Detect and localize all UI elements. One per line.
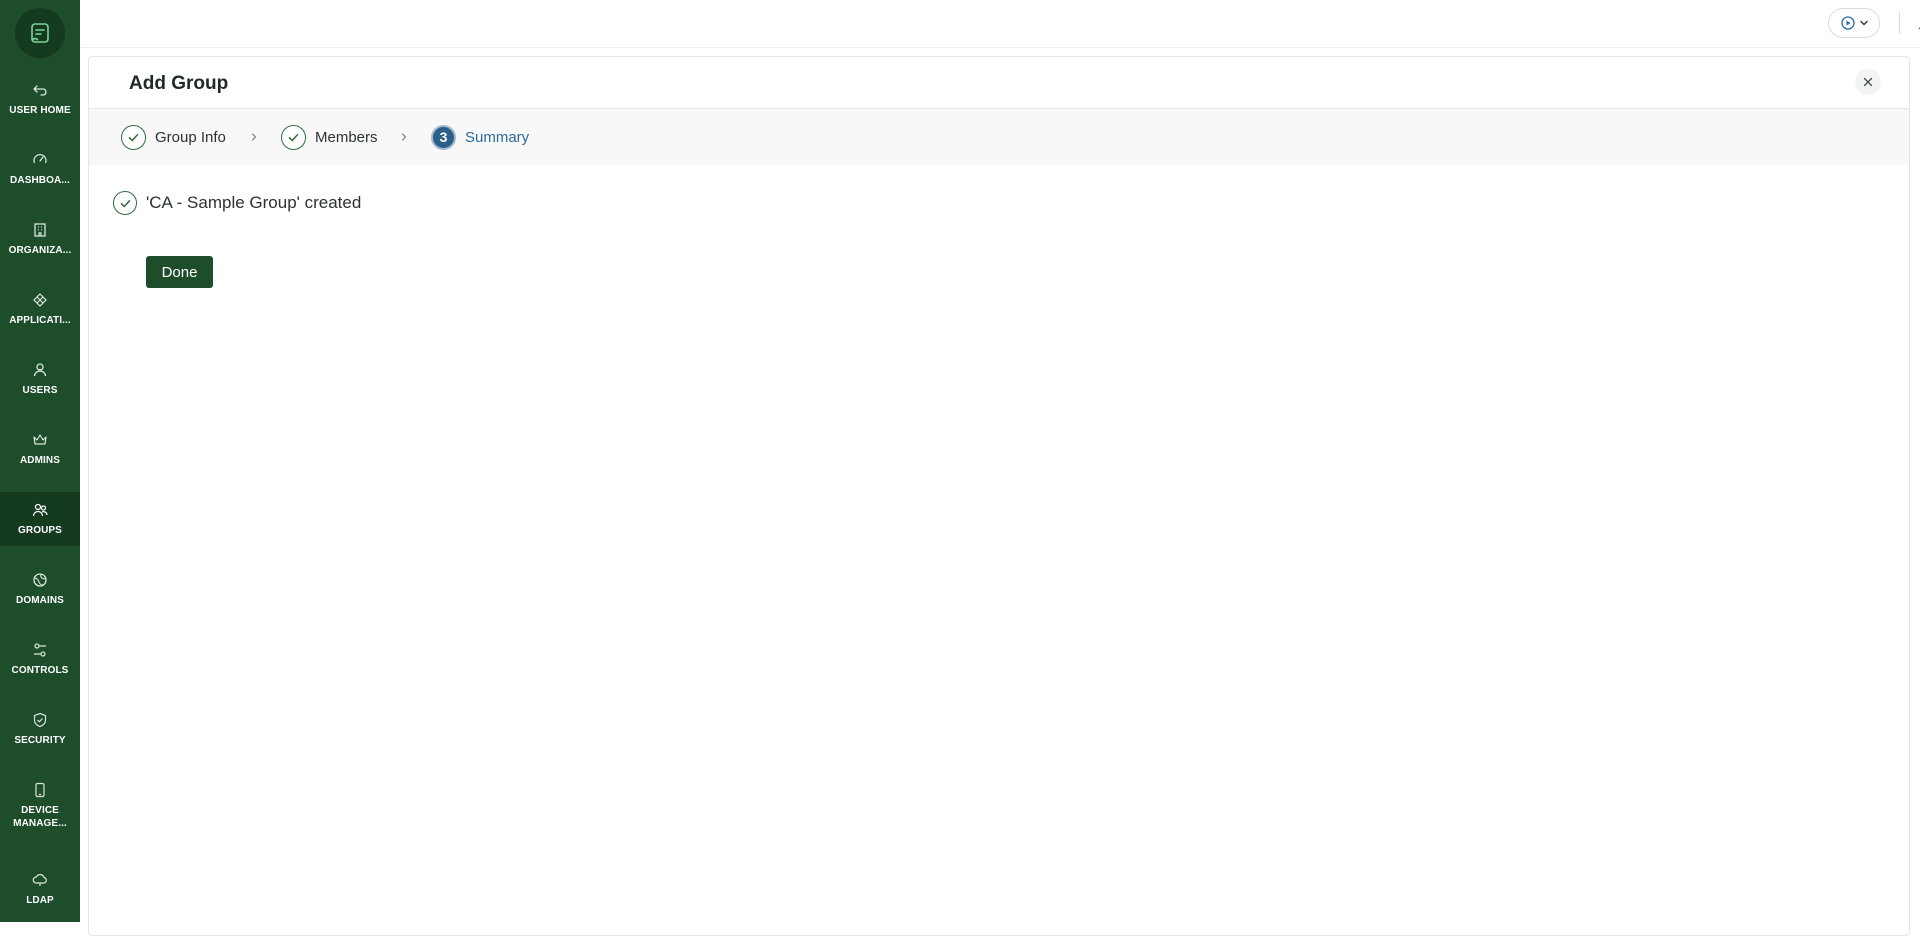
controls-icon bbox=[34, 643, 46, 657]
security-icon bbox=[33, 712, 47, 728]
sidebar-item-label: DASHBOA... bbox=[10, 175, 70, 186]
chevron-right-icon bbox=[401, 133, 407, 141]
page-title: Add Group bbox=[129, 73, 229, 94]
admins-icon bbox=[33, 434, 47, 445]
sidebar-item-domains[interactable]: DOMAINS bbox=[0, 562, 80, 616]
sidebar-item-users[interactable]: USERS bbox=[0, 352, 80, 406]
step-number-indicator: 3 bbox=[431, 124, 456, 150]
applications-icon bbox=[33, 293, 47, 307]
sidebar-item-label: CONTROLS bbox=[11, 665, 69, 676]
add-group-panel: Add Group Group Info Members 3 Summary '… bbox=[88, 56, 1910, 936]
sidebar-item-label: DOMAINS bbox=[16, 595, 64, 606]
ldap-icon bbox=[32, 874, 47, 886]
sidebar-item-applications[interactable]: APPLICATI... bbox=[0, 282, 80, 336]
sidebar-item-label: DEVICE MANAGE... bbox=[13, 805, 67, 829]
device-management-icon bbox=[35, 782, 45, 798]
dashboard-icon bbox=[33, 153, 47, 164]
sidebar-item-organization[interactable]: ORGANIZA... bbox=[0, 212, 80, 266]
sidebar-item-user-home[interactable]: USER HOME bbox=[0, 72, 80, 126]
quick-action-dropdown[interactable] bbox=[1828, 8, 1880, 38]
sidebar-item-label: ORGANIZA... bbox=[8, 245, 72, 256]
sidebar-item-dashboard[interactable]: DASHBOA... bbox=[0, 142, 80, 196]
step-label: Members bbox=[315, 128, 378, 146]
sidebar-item-label: USERS bbox=[22, 385, 58, 396]
step-complete-indicator bbox=[121, 124, 146, 150]
sidebar-item-label: APPLICATI... bbox=[9, 315, 71, 326]
sidebar-item-label: USER HOME bbox=[9, 105, 71, 116]
close-icon bbox=[1863, 77, 1873, 87]
sidebar-item-label: ADMINS bbox=[19, 455, 61, 466]
sidebar-item-device-management[interactable]: DEVICE MANAGE... bbox=[0, 772, 80, 834]
notification-bell-icon[interactable] bbox=[1916, 13, 1920, 33]
groups-icon bbox=[32, 503, 48, 517]
chevron-right-icon bbox=[251, 133, 257, 141]
sidebar-item-controls[interactable]: CONTROLS bbox=[0, 632, 80, 686]
users-icon bbox=[33, 363, 47, 377]
sidebar-item-label: GROUPS bbox=[18, 525, 62, 536]
sidebar: USER HOME DASHBOA... ORGANIZA... APPLICA… bbox=[0, 0, 80, 922]
sidebar-item-security[interactable]: SECURITY bbox=[0, 702, 80, 756]
domains-icon bbox=[33, 573, 47, 587]
check-icon bbox=[128, 133, 139, 141]
done-button[interactable]: Done bbox=[146, 256, 213, 288]
check-circle-icon bbox=[120, 199, 130, 207]
success-message-row: 'CA - Sample Group' created bbox=[113, 191, 361, 215]
screen-share-icon bbox=[1840, 16, 1855, 30]
app-logo-icon bbox=[31, 23, 49, 43]
wizard-stepper: Group Info Members 3 Summary bbox=[89, 109, 1909, 165]
user-home-icon bbox=[33, 85, 47, 96]
check-icon bbox=[288, 133, 299, 141]
step-group-info[interactable]: Group Info bbox=[121, 124, 226, 150]
success-check-indicator bbox=[113, 191, 137, 215]
close-button[interactable] bbox=[1855, 69, 1881, 95]
step-summary[interactable]: 3 Summary bbox=[431, 124, 529, 150]
sidebar-item-groups[interactable]: GROUPS bbox=[0, 492, 80, 546]
step-label: Summary bbox=[465, 128, 530, 146]
success-message: 'CA - Sample Group' created bbox=[146, 193, 362, 212]
sidebar-item-ldap[interactable]: LDAP bbox=[0, 862, 80, 916]
app-logo[interactable] bbox=[15, 8, 65, 58]
panel-header: Add Group bbox=[89, 57, 1909, 109]
step-label: Group Info bbox=[155, 128, 226, 146]
step-complete-indicator bbox=[281, 124, 306, 150]
divider bbox=[1899, 12, 1900, 34]
organization-icon bbox=[34, 223, 46, 237]
sidebar-item-admins[interactable]: ADMINS bbox=[0, 422, 80, 476]
sidebar-item-label: LDAP bbox=[26, 895, 54, 906]
chevron-down-icon bbox=[1859, 20, 1868, 26]
top-bar: FP bbox=[80, 0, 1920, 48]
sidebar-item-label: SECURITY bbox=[14, 735, 66, 746]
step-members[interactable]: Members bbox=[281, 124, 378, 150]
